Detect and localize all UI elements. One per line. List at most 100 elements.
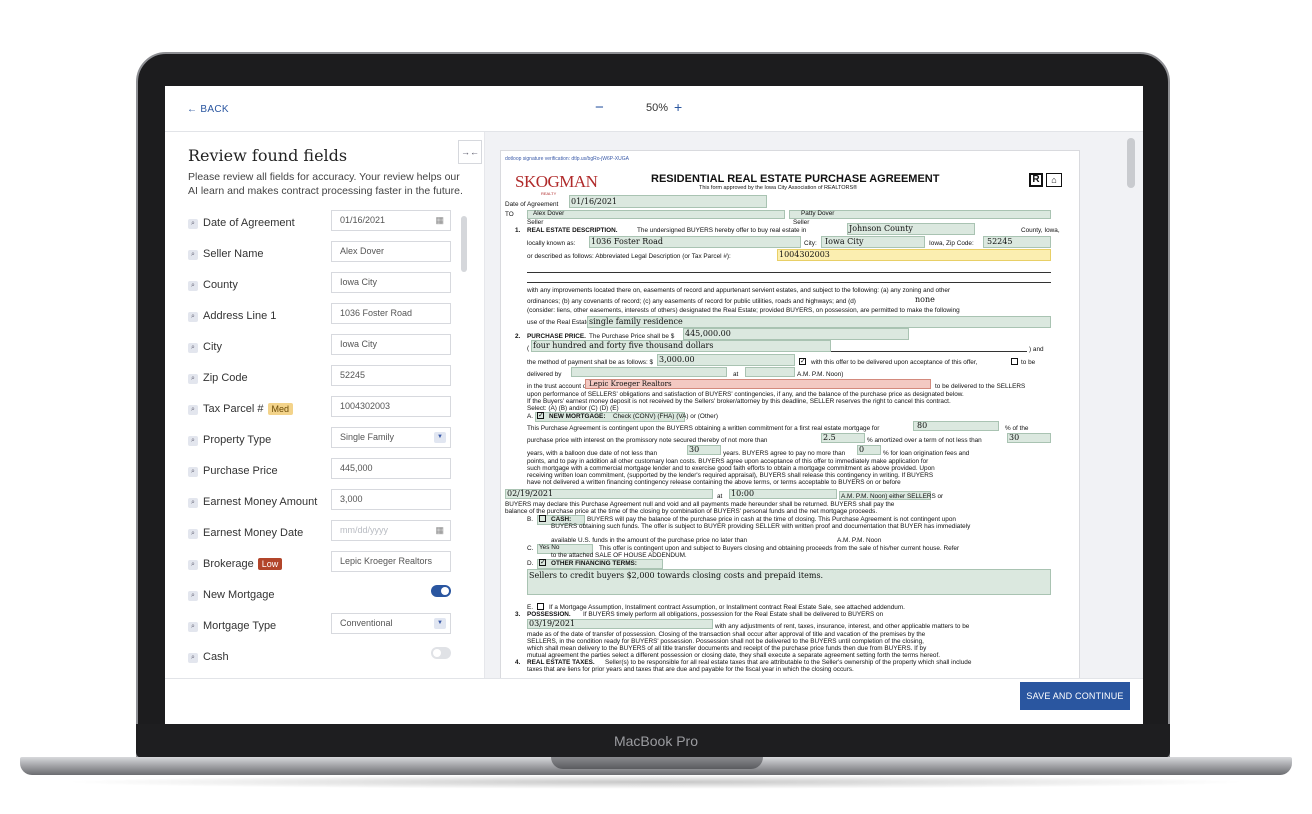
field-label-text: Address Line 1: [203, 310, 277, 322]
to-be-checkbox[interactable]: [1011, 358, 1018, 365]
field-input[interactable]: 1004302003: [331, 396, 451, 417]
section-2-number: 2.: [515, 333, 521, 340]
field-input[interactable]: Iowa City: [331, 272, 451, 293]
delivered-by-label: delivered by: [527, 371, 562, 378]
financing-time-value: 10:00: [731, 489, 755, 498]
zip-label: Iowa, Zip Code:: [929, 240, 974, 247]
field-search-icon[interactable]: ⌕: [188, 343, 198, 353]
field-row: ⌕ County Iowa City: [165, 272, 465, 303]
field-row: ⌕ Brokerage Low Lepic Kroeger Realtors: [165, 551, 465, 582]
new-mortgage-checkbox[interactable]: ✓: [537, 412, 544, 419]
chevron-down-icon[interactable]: ▼: [434, 432, 446, 443]
field-search-icon[interactable]: ⌕: [188, 622, 198, 632]
option-b-label: B.: [527, 516, 534, 523]
field-input[interactable]: Lepic Kroeger Realtors: [331, 551, 451, 572]
zoom-out-button[interactable]: −: [595, 99, 604, 116]
field-value: 01/16/2021: [340, 215, 386, 225]
field-row: ⌕ Address Line 1 1036 Foster Road: [165, 303, 465, 334]
field-label: Earnest Money Amount: [203, 496, 317, 508]
field-row: ⌕ Tax Parcel # Med 1004302003: [165, 396, 465, 427]
device-label: MacBook Pro: [613, 733, 699, 749]
legal-description-label: or described as follows: Abbreviated Leg…: [527, 253, 731, 260]
loan-origination-text: % for loan origination fees and: [883, 450, 970, 457]
back-button[interactable]: ← BACK: [187, 104, 229, 115]
document-scrollbar[interactable]: [1127, 138, 1135, 188]
field-value: Conventional: [340, 618, 393, 628]
assumption-checkbox[interactable]: [537, 603, 544, 610]
field-input[interactable]: 01/16/2021 ▦: [331, 210, 451, 231]
collapse-panel-button[interactable]: →←: [458, 140, 482, 164]
field-label: New Mortgage: [203, 589, 275, 601]
brokerage-value: Lepic Kroeger Realtors: [589, 380, 672, 388]
field-input[interactable]: 1036 Foster Road: [331, 303, 451, 324]
field-label-text: Date of Agreement: [203, 217, 295, 229]
use-label: use of the Real Estate:: [527, 319, 592, 326]
chevron-down-icon[interactable]: ▼: [434, 618, 446, 629]
zoom-level: 50%: [646, 102, 669, 114]
amortized-text: % amortized over a term of not less than: [867, 437, 982, 444]
sale-contingency-options[interactable]: Yes No: [539, 544, 559, 552]
rate-value: 2.5: [823, 433, 836, 442]
purchase-price-interest-text: purchase price with interest on the prom…: [527, 437, 768, 444]
field-input[interactable]: mm/dd/yyyy ▦: [331, 520, 451, 541]
ltv-value: 80: [917, 421, 928, 430]
field-search-icon[interactable]: ⌕: [188, 529, 198, 539]
top-bar: ← BACK − 50% +: [165, 86, 1143, 132]
seller-caption-1: Seller: [527, 219, 544, 226]
with-offer-checkbox[interactable]: ✓: [799, 358, 806, 365]
locally-known-label: locally known as:: [527, 240, 576, 247]
cash-checkbox[interactable]: [539, 515, 546, 522]
verification-link[interactable]: dotloop signature verification: dtlp.us/…: [505, 155, 629, 163]
city-label: City:: [804, 240, 817, 247]
delivery-ampm: A.M. P.M. Noon): [797, 371, 844, 378]
field-value: Single Family: [340, 432, 395, 442]
county-value: Johnson County: [849, 224, 913, 233]
other-financing-value: Sellers to credit buyers $2,000 towards …: [529, 571, 824, 580]
field-input[interactable]: 445,000: [331, 458, 451, 479]
field-search-icon[interactable]: ⌕: [188, 250, 198, 260]
field-search-icon[interactable]: ⌕: [188, 498, 198, 508]
section-1-text: The undersigned BUYERS hereby offer to b…: [637, 227, 807, 234]
field-input[interactable]: 52245: [331, 365, 451, 386]
field-search-icon[interactable]: ⌕: [188, 467, 198, 477]
zoom-in-button[interactable]: +: [674, 99, 682, 115]
field-search-icon[interactable]: ⌕: [188, 436, 198, 446]
use-value: single family residence: [589, 317, 683, 326]
field-search-icon[interactable]: ⌕: [188, 374, 198, 384]
field-select[interactable]: Conventional ▼: [331, 613, 451, 634]
field-input[interactable]: 3,000: [331, 489, 451, 510]
field-label: Tax Parcel # Med: [203, 403, 294, 415]
calendar-icon[interactable]: ▦: [435, 211, 444, 230]
to-be-label: to be: [1021, 359, 1036, 366]
field-value: Alex Dover: [340, 246, 385, 256]
section-3-number: 3.: [515, 611, 521, 618]
field-toggle[interactable]: [431, 585, 451, 597]
zip-value: 52245: [987, 237, 1013, 246]
realtor-logo-icon: R: [1029, 173, 1043, 187]
delivery-date-highlight[interactable]: [571, 367, 727, 377]
delivery-time-highlight[interactable]: [745, 367, 795, 377]
field-search-icon[interactable]: ⌕: [188, 281, 198, 291]
other-financing-checkbox[interactable]: ✓: [539, 559, 546, 566]
document-preview: dotloop signature verification: dtlp.us/…: [485, 132, 1143, 678]
fields-scrollbar[interactable]: [461, 216, 467, 272]
option-d-label: D.: [527, 560, 534, 567]
field-search-icon[interactable]: ⌕: [188, 405, 198, 415]
field-value: 445,000: [340, 463, 373, 473]
field-search-icon[interactable]: ⌕: [188, 591, 198, 601]
field-search-icon[interactable]: ⌕: [188, 653, 198, 663]
field-input[interactable]: Iowa City: [331, 334, 451, 355]
city-value: Iowa City: [825, 237, 864, 246]
seller-1-highlight[interactable]: [527, 210, 785, 219]
save-and-continue-button[interactable]: SAVE AND CONTINUE: [1020, 682, 1130, 710]
field-label-text: Seller Name: [203, 248, 264, 260]
field-select[interactable]: Single Family ▼: [331, 427, 451, 448]
field-search-icon[interactable]: ⌕: [188, 312, 198, 322]
field-toggle[interactable]: [431, 647, 451, 659]
field-label: County: [203, 279, 238, 291]
field-search-icon[interactable]: ⌕: [188, 560, 198, 570]
field-input[interactable]: Alex Dover: [331, 241, 451, 262]
field-label-text: Earnest Money Amount: [203, 496, 318, 508]
field-search-icon[interactable]: ⌕: [188, 219, 198, 229]
calendar-icon[interactable]: ▦: [435, 521, 444, 540]
